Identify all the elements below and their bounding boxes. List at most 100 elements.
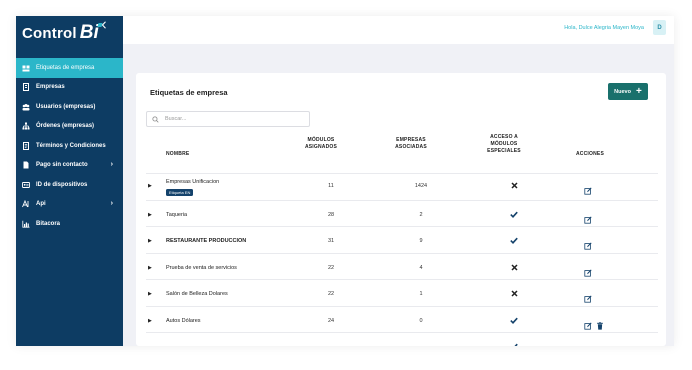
new-button[interactable]: Nuevo + (608, 83, 648, 100)
expand-caret-icon[interactable]: ▶ (148, 212, 152, 218)
row-name: Empresas Unificacion (166, 179, 220, 185)
user-greeting[interactable]: Hola, Dulce Alegria Mayen Moya (564, 25, 644, 31)
sidebar-item-label: Términos y Condiciones (36, 142, 106, 149)
sidebar-item-ordenes-empresas[interactable]: Órdenes (empresas) (16, 117, 123, 137)
header-access-line3: ESPECIALES (487, 148, 521, 154)
row-name: RESTAURANTE PRODUCCION (166, 238, 247, 244)
header-name: NOMBRE (166, 151, 190, 157)
users-icon (22, 103, 30, 111)
page-title: Etiquetas de empresa (150, 88, 228, 97)
table-row: ▶ Prueba de venta de servicios 22 4 (146, 252, 658, 280)
document-icon (22, 141, 30, 150)
sidebar-item-id-de-dispositivos[interactable]: ID de dispositivos (16, 175, 123, 195)
sidebar-item-etiquetas-de-empresa[interactable]: Etiquetas de empresa (16, 58, 123, 78)
sidebar-item-terminos-y-condiciones[interactable]: Términos y Condiciones (16, 136, 123, 156)
chevron-right-icon: › (110, 199, 113, 207)
sidebar-item-empresas[interactable]: Empresas (16, 78, 123, 98)
chevron-right-icon: › (110, 160, 113, 168)
check-icon (499, 317, 529, 326)
delete-icon[interactable] (596, 343, 604, 346)
content-card: Etiquetas de empresa Nuevo + NOMBRE MÓDU… (136, 73, 666, 346)
row-name: Taqueria (166, 211, 188, 218)
sidebar-item-label: ID de dispositivos (36, 181, 88, 188)
sidebar-item-label: Empresas (36, 84, 65, 91)
row-modules: 22 (327, 264, 335, 271)
chart-icon (22, 220, 30, 228)
expand-caret-icon[interactable]: ▶ (148, 291, 152, 297)
row-actions (584, 182, 592, 200)
expand-caret-icon[interactable]: ▶ (148, 183, 152, 189)
check-icon (499, 343, 529, 346)
row-companies: 1424 (414, 183, 428, 189)
header-modules: MÓDULOS ASIGNADOS (298, 137, 344, 151)
row-modules: 31 (327, 238, 335, 244)
row-companies: 9 (419, 238, 423, 244)
header-companies: EMPRESAS ASOCIADAS (388, 137, 434, 151)
row-name: Salón de Belleza Dolares (166, 291, 228, 297)
row-actions (584, 343, 604, 346)
sidebar-item-label: Bitacora (36, 220, 61, 227)
sidebar-item-usuarios-empresas[interactable]: Usuarios (empresas) (16, 97, 123, 117)
table-row: ▶ Salón de Belleza Dolares 22 1 (146, 279, 658, 306)
plus-icon: + (635, 85, 642, 97)
table-row (146, 332, 658, 346)
avatar[interactable]: D (653, 20, 666, 35)
building-icon (22, 83, 30, 92)
logo: Control Bi (22, 22, 99, 44)
table-row: ▶ RESTAURANTE PRODUCCION 31 9 (146, 226, 658, 253)
sidebar-item-label: Órdenes (empresas) (36, 123, 95, 130)
sidebar-item-label: Api (36, 201, 46, 208)
new-button-label: Nuevo (614, 88, 631, 95)
cross-icon (499, 290, 529, 299)
edit-icon[interactable] (584, 182, 592, 200)
row-modules: 11 (328, 183, 334, 189)
header-access: ACCESO A MÓDULOS ESPECIALES (481, 134, 527, 155)
sidebar-item-bitacora[interactable]: Bitacora (16, 214, 123, 234)
row-companies: 0 (419, 317, 423, 324)
id-card-icon (22, 181, 30, 189)
cross-icon (499, 263, 529, 273)
expand-caret-icon[interactable]: ▶ (148, 238, 152, 244)
tags-icon (22, 64, 30, 72)
sidebar-item-api[interactable]: Api › (16, 195, 123, 215)
row-modules: 28 (327, 211, 335, 218)
file-icon (22, 161, 30, 169)
cross-icon (499, 182, 529, 191)
sidebar: Control Bi Etiquetas de empresa Empresas U… (16, 16, 123, 346)
row-modules: 24 (327, 317, 335, 324)
sitemap-icon (22, 122, 30, 130)
check-icon (499, 211, 529, 220)
expand-caret-icon[interactable]: ▶ (148, 265, 152, 271)
api-icon (22, 200, 30, 208)
header-modules-line1: MÓDULOS (307, 137, 335, 143)
edit-icon[interactable] (584, 343, 592, 346)
row-companies: 4 (419, 264, 423, 271)
search-box[interactable] (146, 111, 310, 127)
logo-text: Control (22, 24, 77, 42)
row-modules: 22 (327, 291, 335, 297)
logo-mark: Bi (79, 22, 99, 43)
sidebar-item-label: Etiquetas de empresa (36, 64, 95, 71)
expand-caret-icon[interactable]: ▶ (148, 318, 152, 324)
table-row: ▶ Empresas Unificacion Etiqueta EN 11 1424 (146, 173, 658, 200)
header-access-line1: ACCESO A (490, 134, 518, 140)
header-access-line2: MÓDULOS (490, 141, 518, 147)
header-modules-line2: ASIGNADOS (304, 144, 338, 150)
row-name: Prueba de venta de servicios (166, 264, 237, 271)
collapse-sidebar-icon[interactable] (101, 21, 107, 32)
row-companies: 2 (419, 211, 423, 218)
row-companies: 1 (419, 291, 423, 297)
sidebar-item-label: Pago sin contacto (36, 162, 88, 169)
table-row: ▶ Autos Dólares 24 0 (146, 305, 658, 333)
row-badge: Etiqueta EN (166, 189, 194, 196)
search-input[interactable] (163, 115, 307, 123)
check-icon (499, 237, 529, 246)
table-row: ▶ Taqueria 28 2 (146, 199, 658, 227)
header-companies-line1: EMPRESAS (396, 137, 426, 143)
sidebar-item-pago-sin-contacto[interactable]: Pago sin contacto › (16, 156, 123, 176)
top-bar: Hola, Dulce Alegria Mayen Moya D (123, 16, 674, 44)
row-name: Autos Dólares (166, 317, 201, 324)
header-companies-line2: ASOCIADAS (395, 144, 427, 150)
sidebar-nav: Etiquetas de empresa Empresas Usuarios (em… (16, 58, 123, 234)
sidebar-item-label: Usuarios (empresas) (36, 103, 96, 110)
